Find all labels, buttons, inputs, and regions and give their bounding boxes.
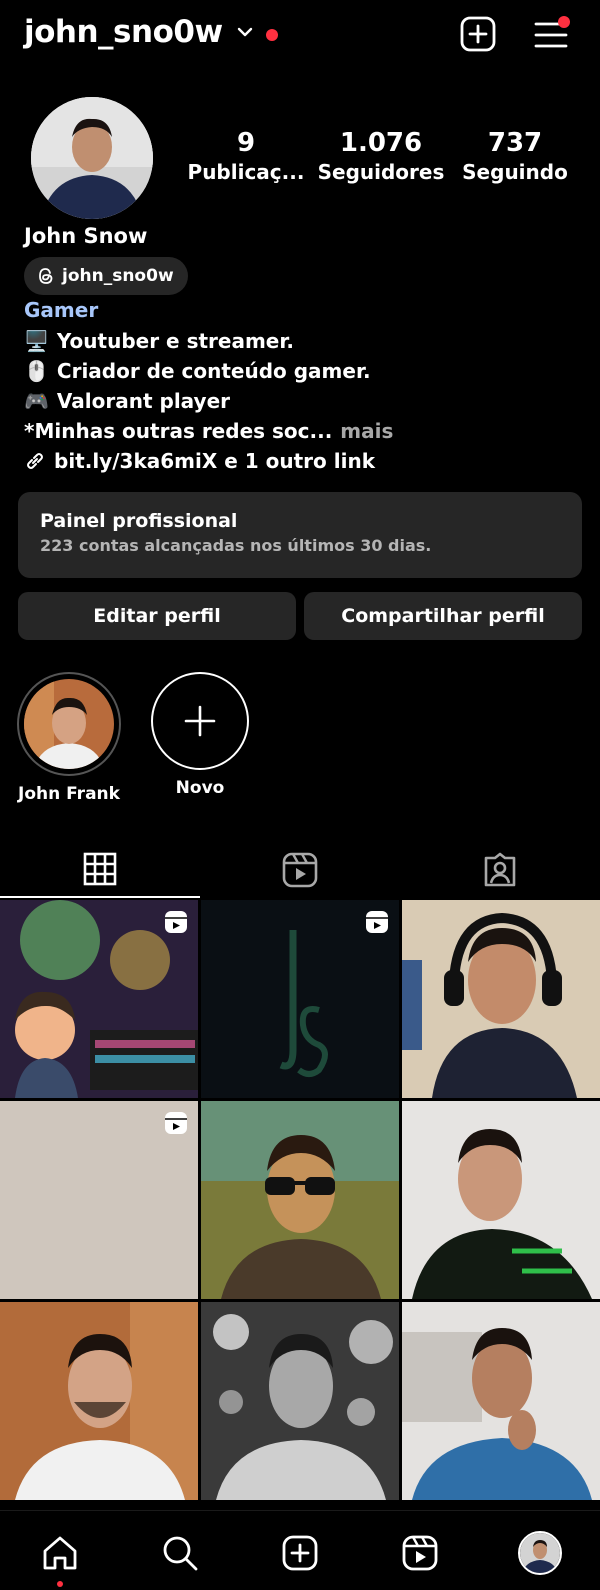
threads-badge[interactable]: john_sno0w (24, 257, 188, 295)
followers-count: 1.076 (339, 128, 423, 158)
bio-line-truncated: *Minhas outras redes soc... mais (24, 416, 393, 446)
grid-post[interactable] (402, 1101, 600, 1299)
bio-link-text[interactable]: bit.ly/3ka6miX e 1 outro link (54, 446, 375, 476)
following-count: 737 (487, 128, 543, 158)
tab-tagged[interactable] (400, 842, 600, 898)
grid-post[interactable] (402, 900, 600, 1098)
profile-category: Gamer (24, 298, 99, 322)
bio-more-link[interactable]: mais (340, 416, 393, 446)
stat-following[interactable]: 737 Seguindo (458, 128, 572, 186)
grid-post[interactable] (201, 1101, 399, 1299)
tab-posts[interactable] (0, 842, 200, 898)
tab-reels[interactable] (200, 842, 400, 898)
threads-icon (39, 268, 53, 284)
top-bar: john_sno0w (0, 0, 600, 70)
tagged-icon (484, 852, 516, 887)
reel-indicator-icon (165, 1112, 187, 1134)
monitor-icon: 🖥️ (24, 329, 49, 353)
bio-line: 🖥️ Youtuber e streamer. (24, 326, 393, 356)
mouse-icon: 🖱️ (24, 359, 49, 383)
reels-icon (402, 1535, 438, 1571)
new-highlight-ring (151, 672, 249, 770)
nav-search[interactable] (158, 1531, 202, 1575)
create-icon[interactable] (460, 16, 496, 52)
grid-post[interactable] (201, 1302, 399, 1500)
link-icon (27, 453, 43, 469)
chevron-down-icon[interactable] (237, 26, 253, 38)
grid-post[interactable] (402, 1302, 600, 1500)
dashboard-subtitle: 223 contas alcançadas nos últimos 30 dia… (40, 536, 432, 555)
threads-handle: john_sno0w (62, 266, 174, 286)
posts-label: Publicaç... (187, 160, 305, 184)
bio-line: 🎮 Valorant player (24, 386, 393, 416)
notification-dot (266, 29, 278, 41)
bio: 🖥️ Youtuber e streamer. 🖱️ Criador de cont… (24, 326, 393, 476)
home-icon (43, 1536, 77, 1570)
highlight-cover (24, 679, 114, 769)
reel-indicator-icon (366, 911, 388, 933)
grid-post[interactable] (201, 900, 399, 1098)
bio-link[interactable]: bit.ly/3ka6miX e 1 outro link (24, 446, 393, 476)
gamepad-icon: 🎮 (24, 389, 49, 413)
dashboard-title: Painel profissional (40, 510, 238, 532)
highlight-label: Novo (175, 778, 225, 798)
grid-icon (83, 852, 117, 886)
profile-tabs (0, 842, 600, 898)
professional-dashboard[interactable]: Painel profissional 223 contas alcançada… (18, 492, 582, 578)
reel-indicator-icon (165, 911, 187, 933)
highlight-ring (17, 672, 121, 776)
edit-profile-button[interactable]: Editar perfil (18, 592, 296, 640)
posts-count: 9 (236, 128, 256, 158)
home-notification-dot (57, 1581, 63, 1587)
plus-icon (184, 705, 216, 737)
profile-avatar[interactable] (31, 97, 153, 219)
grid-post[interactable] (0, 1302, 198, 1500)
followers-label: Seguidores (317, 160, 445, 184)
nav-create[interactable] (278, 1531, 322, 1575)
create-icon (282, 1535, 318, 1571)
bio-text: *Minhas outras redes soc... (24, 419, 333, 443)
highlight-john-frank[interactable]: John Frank (14, 672, 124, 804)
grid-post[interactable] (0, 900, 198, 1098)
highlight-new[interactable]: Novo (145, 672, 255, 798)
username-title[interactable]: john_sno0w (24, 14, 223, 50)
following-label: Seguindo (462, 160, 568, 184)
highlight-label: John Frank (18, 784, 120, 804)
bio-line: 🖱️ Criador de conteúdo gamer. (24, 356, 393, 386)
nav-reels[interactable] (398, 1531, 442, 1575)
bio-text: Criador de conteúdo gamer. (56, 359, 371, 383)
grid-post[interactable] (0, 1101, 198, 1299)
bio-text: Youtuber e streamer. (56, 329, 294, 353)
nav-profile-avatar[interactable] (518, 1531, 562, 1575)
bottom-nav (0, 1510, 600, 1590)
reels-icon (282, 852, 318, 888)
bio-text: Valorant player (56, 389, 231, 413)
stat-followers[interactable]: 1.076 Seguidores (316, 128, 446, 186)
stat-posts[interactable]: 9 Publicaç... (186, 128, 306, 186)
search-icon (163, 1536, 198, 1571)
menu-notification-dot (558, 16, 570, 28)
full-name: John Snow (24, 224, 148, 248)
nav-home[interactable] (38, 1531, 82, 1575)
share-profile-button[interactable]: Compartilhar perfil (304, 592, 582, 640)
